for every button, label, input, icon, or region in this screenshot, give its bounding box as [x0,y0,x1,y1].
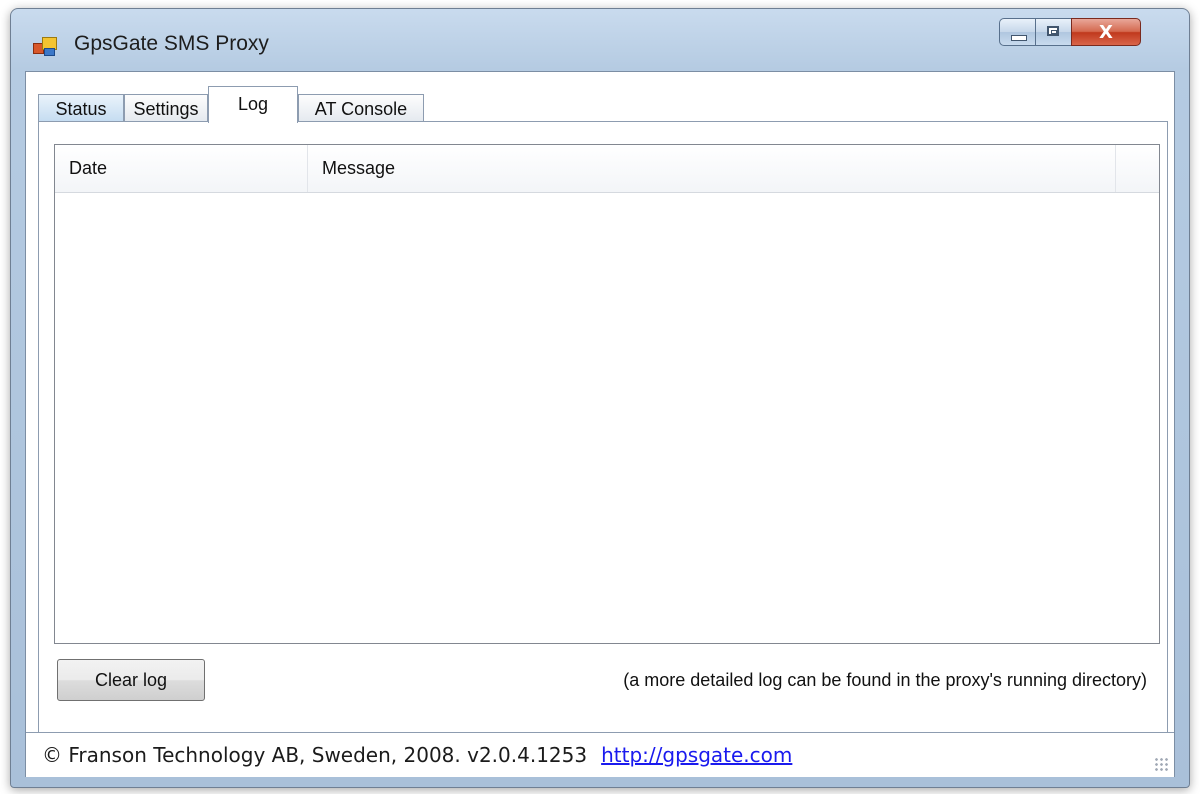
maximize-button[interactable] [1035,18,1071,46]
minimize-icon [1011,35,1027,41]
log-list[interactable]: Date Message [54,144,1160,644]
column-header-message[interactable]: Message [308,145,1116,192]
resize-grip-icon[interactable] [1154,757,1168,771]
client-area: Status Settings Log AT Console Date Mess… [25,71,1175,777]
column-header-date[interactable]: Date [55,145,308,192]
window-title: GpsGate SMS Proxy [74,32,269,55]
maximize-icon [1047,26,1059,36]
clear-log-button[interactable]: Clear log [57,659,205,701]
title-bar[interactable]: GpsGate SMS Proxy X [11,9,1189,71]
app-window: GpsGate SMS Proxy X Status Settings Log … [10,8,1190,788]
tab-at-console[interactable]: AT Console [298,94,424,122]
column-header-filler [1116,145,1159,192]
close-icon: X [1099,21,1113,43]
log-tab-panel: Date Message Clear log (a more detailed … [38,121,1168,769]
gpsgate-link[interactable]: http://gpsgate.com [601,743,792,767]
list-header: Date Message [55,145,1159,193]
status-text-line: © Franson Technology AB, Sweden, 2008. v… [42,743,792,767]
window-controls: X [999,18,1141,48]
tab-status[interactable]: Status [38,94,124,122]
status-bar: © Franson Technology AB, Sweden, 2008. v… [26,732,1174,777]
log-location-note: (a more detailed log can be found in the… [623,670,1147,690]
gpsgate-app-icon[interactable] [33,37,57,56]
tab-log[interactable]: Log [208,86,298,123]
tab-settings[interactable]: Settings [124,94,208,122]
copyright-version-text: © Franson Technology AB, Sweden, 2008. v… [42,743,588,767]
tab-strip: Status Settings Log AT Console [38,84,538,123]
close-button[interactable]: X [1071,18,1141,46]
minimize-button[interactable] [999,18,1035,46]
